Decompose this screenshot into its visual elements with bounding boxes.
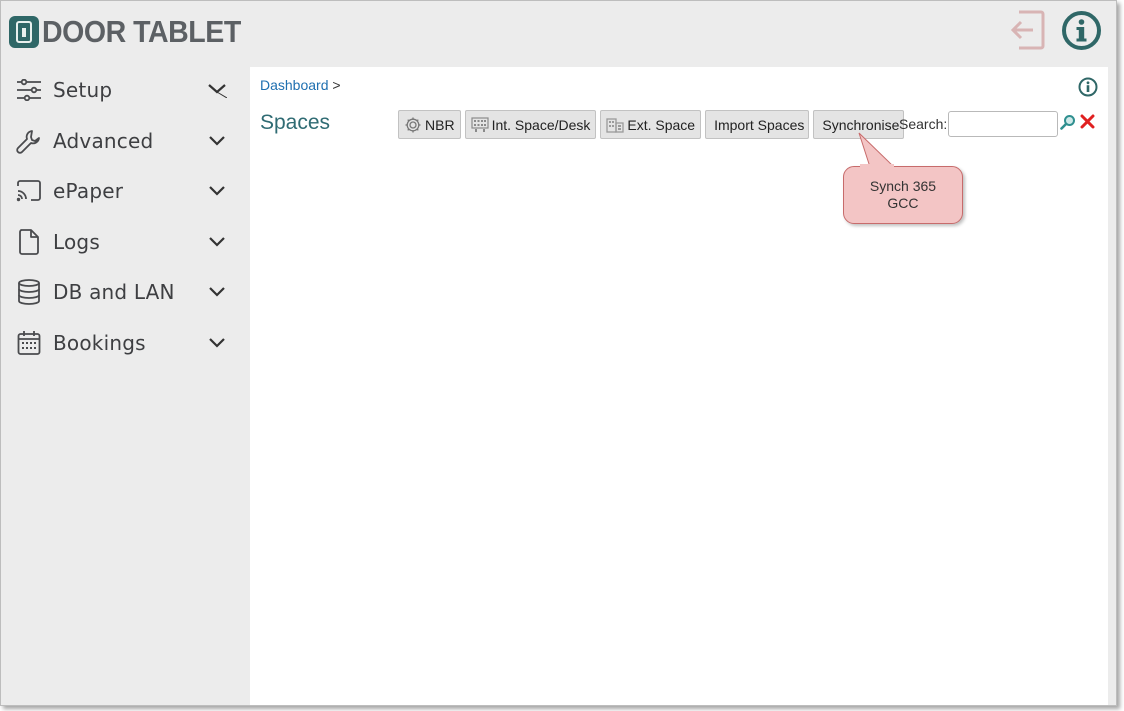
logout-icon bbox=[1010, 10, 1045, 50]
sidebar-item-bookings[interactable]: Bookings bbox=[1, 318, 249, 369]
desk-grid-icon bbox=[470, 116, 489, 134]
app-logo: DOOR TABLET bbox=[9, 14, 258, 49]
sidebar-item-label: Logs bbox=[53, 229, 100, 254]
search-icon bbox=[1060, 115, 1075, 130]
file-icon bbox=[16, 228, 42, 255]
ext-space-button[interactable]: Ext. Space bbox=[600, 110, 702, 139]
sidebar-item-logs[interactable]: Logs bbox=[1, 217, 249, 268]
import-spaces-label: Import Spaces bbox=[714, 116, 805, 133]
toolbar: NBR Int. Space/Desk Ext. Space Import Sp… bbox=[398, 110, 908, 139]
ext-space-label: Ext. Space bbox=[627, 116, 696, 133]
header-info-button[interactable] bbox=[1061, 10, 1102, 51]
info-icon bbox=[1062, 11, 1101, 50]
page-info-button[interactable] bbox=[1078, 77, 1098, 97]
sidebar-item-advanced[interactable]: Advanced bbox=[1, 116, 249, 167]
calendar-icon bbox=[16, 330, 42, 356]
info-icon bbox=[1078, 77, 1098, 97]
chevron-collapse-icon bbox=[208, 84, 227, 99]
sidebar-item-label: DB and LAN bbox=[53, 280, 175, 305]
sidebar-item-epaper[interactable]: ePaper bbox=[1, 166, 249, 217]
sliders-icon bbox=[16, 77, 42, 103]
door-tablet-logo-icon bbox=[9, 16, 39, 48]
breadcrumb: Dashboard > bbox=[260, 77, 341, 93]
sidebar-item-setup[interactable]: Setup bbox=[1, 65, 249, 116]
int-space-desk-label: Int. Space/Desk bbox=[491, 116, 591, 133]
sidebar-item-label: ePaper bbox=[53, 179, 124, 204]
chevron-down-icon bbox=[209, 236, 225, 247]
callout-pointer-join bbox=[860, 164, 894, 169]
sidebar-item-label: Setup bbox=[53, 78, 113, 103]
search-input[interactable] bbox=[948, 111, 1058, 137]
chevron-down-icon bbox=[209, 287, 225, 297]
chevron-down-icon bbox=[209, 186, 225, 196]
cast-icon bbox=[16, 178, 42, 204]
logout-button[interactable] bbox=[1009, 10, 1045, 50]
building-icon bbox=[606, 116, 625, 134]
search-button[interactable] bbox=[1060, 114, 1076, 130]
clear-search-button[interactable] bbox=[1080, 114, 1095, 129]
sidebar-item-label: Advanced bbox=[53, 128, 154, 153]
sidebar-item-db-and-lan[interactable]: DB and LAN bbox=[1, 267, 249, 318]
breadcrumb-link-dashboard[interactable]: Dashboard bbox=[260, 77, 329, 93]
gear-icon bbox=[404, 116, 422, 134]
breadcrumb-separator: > bbox=[332, 77, 341, 93]
int-space-desk-button[interactable]: Int. Space/Desk bbox=[464, 110, 597, 139]
app-window: DOOR TABLET Setup Advanced ePaper Logs D… bbox=[0, 0, 1117, 706]
import-spaces-button[interactable]: Import Spaces bbox=[705, 110, 810, 139]
wrench-icon bbox=[16, 128, 42, 154]
search-label: Search: bbox=[899, 116, 948, 132]
sidebar-item-label: Bookings bbox=[53, 330, 146, 355]
synchronise-label: Synchronise bbox=[822, 116, 900, 133]
synch-callout: Synch 365 GCC bbox=[843, 166, 963, 224]
logo-text: DOOR TABLET bbox=[42, 14, 241, 49]
nbr-button-label: NBR bbox=[425, 116, 455, 133]
sidebar: Setup Advanced ePaper Logs DB and LAN Bo… bbox=[1, 65, 249, 368]
chevron-down-icon bbox=[209, 135, 225, 146]
chevron-down-icon bbox=[209, 337, 225, 348]
close-icon bbox=[1080, 114, 1095, 129]
main-panel: Dashboard > Spaces NBR Int. Space/Desk E… bbox=[250, 67, 1108, 705]
database-icon bbox=[16, 279, 42, 306]
page-title: Spaces bbox=[260, 111, 331, 134]
nbr-button[interactable]: NBR bbox=[398, 110, 461, 139]
